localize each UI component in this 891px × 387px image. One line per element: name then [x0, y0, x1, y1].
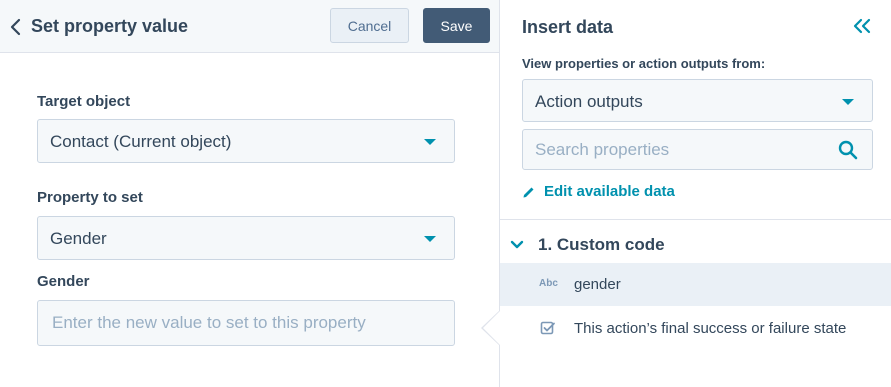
insert-data-title: Insert data	[522, 17, 614, 37]
list-item[interactable]: Abc gender	[500, 263, 891, 306]
insert-data-panel: Insert data View properties or action ou…	[499, 0, 891, 387]
target-object-select[interactable]: Contact (Current object)	[37, 119, 455, 163]
gender-value-field-wrapper	[37, 300, 455, 346]
property-to-set-select[interactable]: Gender	[37, 216, 455, 260]
text-type-icon: Abc	[539, 278, 558, 289]
edit-available-data-label: Edit available data	[544, 183, 675, 200]
checkbox-icon	[540, 321, 555, 335]
edit-available-data-link[interactable]: Edit available data	[522, 183, 675, 200]
pencil-icon	[523, 187, 534, 197]
panel-header: Set property value Cancel Save	[0, 0, 499, 53]
target-object-value: Contact (Current object)	[50, 132, 232, 151]
double-chevron-left-icon[interactable]	[852, 17, 872, 35]
list-item[interactable]: This action’s final success or failure s…	[500, 307, 891, 350]
save-button[interactable]: Save	[423, 8, 490, 43]
page-title: Set property value	[31, 16, 189, 36]
popover-pointer-inner	[483, 311, 500, 345]
search-icon[interactable]	[838, 140, 858, 160]
chevron-left-icon[interactable]	[8, 17, 22, 37]
set-property-panel: Set property value Cancel Save Target ob…	[0, 0, 499, 387]
list-item-label: gender	[574, 276, 621, 293]
cancel-button[interactable]: Cancel	[330, 8, 409, 43]
custom-code-section-toggle[interactable]: 1. Custom code	[510, 235, 665, 255]
data-source-select[interactable]: Action outputs	[522, 79, 873, 122]
search-input[interactable]	[523, 130, 823, 169]
gender-value-input[interactable]	[38, 301, 454, 345]
search-properties-field	[522, 129, 873, 170]
property-to-set-label: Property to set	[37, 189, 143, 206]
target-object-label: Target object	[37, 93, 131, 110]
caret-down-icon	[424, 139, 436, 145]
chevron-down-icon	[510, 240, 524, 249]
divider	[500, 219, 891, 220]
data-source-value: Action outputs	[535, 92, 643, 111]
data-source-label: View properties or action outputs from:	[522, 56, 766, 71]
caret-down-icon	[424, 236, 436, 242]
gender-label: Gender	[37, 273, 90, 290]
section-title: 1. Custom code	[538, 235, 665, 254]
property-to-set-value: Gender	[50, 229, 107, 248]
caret-down-icon	[842, 99, 854, 105]
list-item-label: This action’s final success or failure s…	[574, 320, 847, 337]
